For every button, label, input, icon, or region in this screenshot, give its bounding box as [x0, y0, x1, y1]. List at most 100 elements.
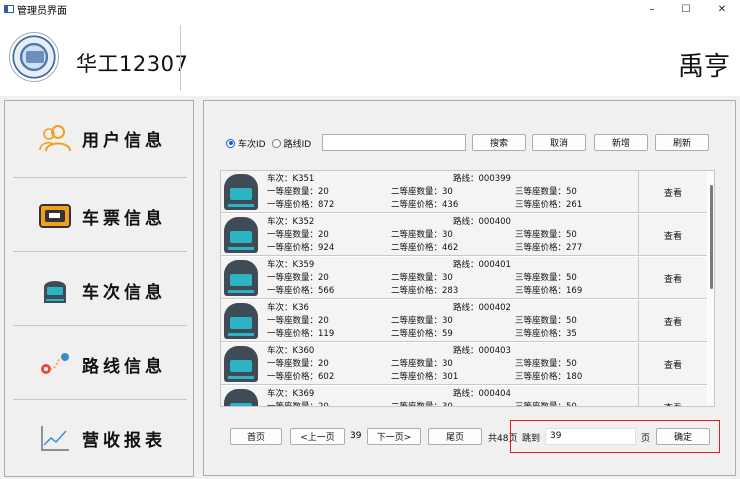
second-class-count: 二等座数量：30 [391, 187, 453, 197]
table-row[interactable]: 车次：K359 路线：000401 一等座数量：20 二等座数量：30 三等座数量：50… [221, 257, 707, 299]
first-class-price: 一等座价格：119 [267, 329, 335, 339]
third-class-count: 三等座数量：50 [515, 316, 577, 326]
minimize-button[interactable]: – [635, 0, 669, 18]
table-row[interactable]: 车次：K352 路线：000400 一等座数量：20 二等座数量：30 三等座数量：50… [221, 214, 707, 256]
table-row[interactable]: 车次：K351 路线：000399 一等座数量：20 二等座数量：30 三等座数量：50… [221, 171, 707, 213]
close-button[interactable]: ✕ [705, 0, 739, 18]
cancel-button[interactable]: 取消 [532, 134, 586, 151]
search-filter: 车次ID 路线ID [226, 134, 311, 152]
sidebar-item-user-info[interactable]: 用户信息 [5, 101, 193, 175]
train-list[interactable]: 车次：K369 路线：000404 一等座数量：20 二等座数量：30 三等座数量：50… [220, 170, 715, 407]
train-icon [224, 260, 258, 296]
users-icon [39, 125, 71, 152]
view-button[interactable]: 查看 [639, 386, 707, 407]
second-class-price: 二等座价格：462 [391, 243, 459, 253]
first-class-count: 一等座数量：20 [267, 402, 329, 407]
radio-train-id-label: 车次ID [238, 139, 266, 150]
train-icon [224, 389, 258, 406]
sidebar-item-route-info[interactable]: 路线信息 [5, 327, 193, 401]
scrollbar-thumb[interactable] [710, 185, 713, 289]
refresh-button[interactable]: 刷新 [655, 134, 709, 151]
third-class-price: 三等座价格：180 [515, 372, 583, 382]
first-class-price: 一等座价格：602 [267, 372, 335, 382]
search-button[interactable]: 搜索 [472, 134, 526, 151]
first-class-count: 一等座数量：20 [267, 316, 329, 326]
train-detail: 车次：K351 路线：000399 一等座数量：20 二等座数量：30 三等座数量：50… [263, 171, 639, 213]
header-divider [180, 25, 181, 91]
third-class-count: 三等座数量：50 [515, 359, 577, 369]
first-page-button[interactable]: 首页 [230, 428, 282, 445]
user-name: 禹亨 [677, 52, 730, 82]
second-class-count: 二等座数量：30 [391, 273, 453, 283]
sidebar-item-label: 车票信息 [82, 208, 166, 229]
third-class-price: 三等座价格：277 [515, 243, 583, 253]
first-class-count: 一等座数量：20 [267, 230, 329, 240]
table-row[interactable]: 车次：K369 路线：000404 一等座数量：20 二等座数量：30 三等座数量：50… [221, 386, 707, 407]
brand-title: 华工12307 [76, 52, 189, 76]
ticket-icon [39, 204, 71, 228]
train-icon [224, 174, 258, 210]
train-icon [44, 281, 66, 303]
route-id: 路线：000400 [453, 217, 511, 227]
university-logo-icon [9, 32, 59, 82]
sidebar-divider [13, 251, 187, 252]
second-class-price: 二等座价格：283 [391, 286, 459, 296]
first-class-count: 一等座数量：20 [267, 359, 329, 369]
third-class-price: 三等座价格：35 [515, 329, 577, 339]
route-id: 路线：000404 [453, 389, 511, 399]
highlight-box [510, 420, 720, 453]
third-class-price: 三等座价格：169 [515, 286, 583, 296]
train-id: 车次：K369 [267, 389, 315, 399]
sidebar-item-revenue-report[interactable]: 营收报表 [5, 401, 193, 475]
second-class-price: 二等座价格：59 [391, 329, 453, 339]
list-scrollbar[interactable] [708, 171, 714, 406]
next-page-button[interactable]: 下一页> [367, 428, 421, 445]
third-class-count: 三等座数量：50 [515, 402, 577, 407]
second-class-count: 二等座数量：30 [391, 402, 453, 407]
train-id: 车次：K36 [267, 303, 309, 313]
sidebar-divider [13, 325, 187, 326]
train-detail: 车次：K369 路线：000404 一等座数量：20 二等座数量：30 三等座数量：50… [263, 386, 639, 407]
train-detail: 车次：K36 路线：000402 一等座数量：20 二等座数量：30 三等座数量：50 一… [263, 300, 639, 342]
sidebar-divider [13, 177, 187, 178]
train-detail: 车次：K352 路线：000400 一等座数量：20 二等座数量：30 三等座数量：50… [263, 214, 639, 256]
view-button[interactable]: 查看 [639, 343, 707, 385]
header: 华工12307 禹亨 [0, 18, 740, 96]
second-class-count: 二等座数量：30 [391, 230, 453, 240]
first-class-count: 一等座数量：20 [267, 273, 329, 283]
search-input[interactable] [322, 134, 466, 151]
train-id: 车次：K359 [267, 260, 315, 270]
second-class-count: 二等座数量：30 [391, 359, 453, 369]
route-id: 路线：000401 [453, 260, 511, 270]
admin-window: 管理员界面 – ☐ ✕ 华工12307 禹亨 用户信息 车票信息 车次信息 路线… [0, 0, 740, 479]
route-id: 路线：000402 [453, 303, 511, 313]
third-class-price: 三等座价格：261 [515, 200, 583, 210]
maximize-button[interactable]: ☐ [669, 0, 703, 18]
route-icon [41, 353, 69, 374]
view-button[interactable]: 查看 [639, 214, 707, 256]
current-page: 39 [350, 431, 362, 441]
radio-route-id[interactable] [271, 138, 281, 148]
view-button[interactable]: 查看 [639, 257, 707, 299]
first-class-price: 一等座价格：924 [267, 243, 335, 253]
third-class-count: 三等座数量：50 [515, 187, 577, 197]
sidebar-divider [13, 399, 187, 400]
sidebar-item-train-info[interactable]: 车次信息 [5, 253, 193, 327]
second-class-count: 二等座数量：30 [391, 316, 453, 326]
train-detail: 车次：K359 路线：000401 一等座数量：20 二等座数量：30 三等座数量：50… [263, 257, 639, 299]
view-button[interactable]: 查看 [639, 171, 707, 213]
table-row[interactable]: 车次：K360 路线：000403 一等座数量：20 二等座数量：30 三等座数量：50… [221, 343, 707, 385]
second-class-price: 二等座价格：301 [391, 372, 459, 382]
title-bar: 管理员界面 [0, 0, 740, 18]
sidebar-item-ticket-info[interactable]: 车票信息 [5, 179, 193, 253]
sidebar-item-label: 路线信息 [82, 356, 166, 377]
view-button[interactable]: 查看 [639, 300, 707, 342]
add-button[interactable]: 新增 [594, 134, 648, 151]
last-page-button[interactable]: 尾页 [428, 428, 482, 445]
second-class-price: 二等座价格：436 [391, 200, 459, 210]
train-id: 车次：K352 [267, 217, 315, 227]
train-detail: 车次：K360 路线：000403 一等座数量：20 二等座数量：30 三等座数量：50… [263, 343, 639, 385]
table-row[interactable]: 车次：K36 路线：000402 一等座数量：20 二等座数量：30 三等座数量：50 一… [221, 300, 707, 342]
radio-train-id[interactable] [226, 138, 235, 148]
prev-page-button[interactable]: <上一页 [290, 428, 345, 445]
